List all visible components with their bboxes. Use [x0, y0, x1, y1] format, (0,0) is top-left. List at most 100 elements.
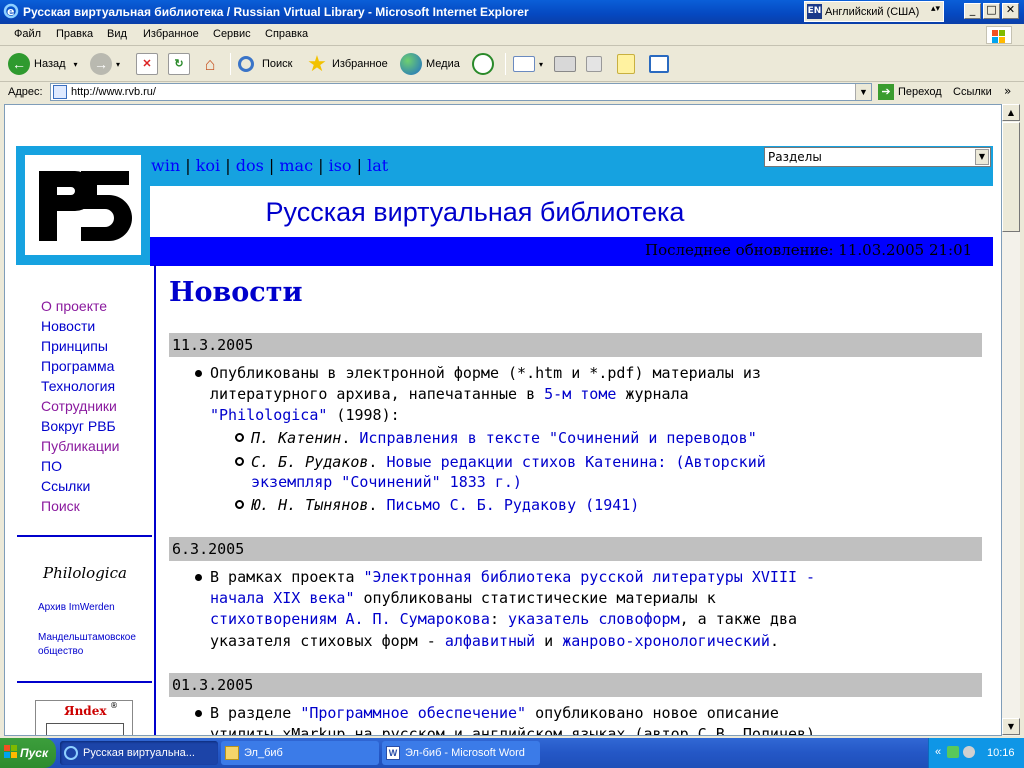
toolbar-separator [230, 53, 231, 75]
favorites-button[interactable]: ★ Избранное [306, 51, 388, 77]
news-link[interactable]: жанрово-хронологический [562, 632, 770, 650]
nav-publications[interactable]: Публикации [41, 436, 119, 456]
encoding-iso[interactable]: iso [329, 156, 352, 175]
nav-program[interactable]: Программа [41, 356, 119, 376]
forward-button[interactable]: → ▾ [90, 51, 120, 77]
home-icon: ⌂ [204, 54, 216, 74]
media-button[interactable]: Медиа [400, 51, 460, 77]
forward-dropdown-icon[interactable]: ▾ [116, 60, 120, 69]
yandex-search-input[interactable] [46, 723, 124, 735]
site-title: Русская виртуальная библиотека [265, 197, 685, 227]
edit-button[interactable] [586, 51, 606, 77]
menu-view[interactable]: Вид [107, 28, 127, 40]
minimize-button[interactable]: _ [964, 3, 981, 19]
news-link[interactable]: "Philologica" [210, 406, 327, 424]
news-link[interactable]: 5-м томе [544, 385, 616, 403]
menu-edit[interactable]: Правка [56, 28, 93, 40]
address-input[interactable]: http://www.rvb.ru/ ▼ [50, 83, 872, 101]
task-word[interactable]: W Эл-биб - Microsoft Word [382, 741, 540, 765]
vertical-scrollbar[interactable]: ▲ ▼ [1002, 104, 1020, 736]
menu-file[interactable]: Файл [14, 28, 41, 40]
mail-button[interactable]: ▾ [513, 51, 543, 77]
search-button[interactable]: Поиск [238, 51, 292, 77]
links-button[interactable]: Ссылки [953, 86, 992, 98]
sidebar-nav: О проекте Новости Принципы Программа Тех… [41, 296, 119, 516]
encoding-win[interactable]: win [151, 156, 180, 175]
scroll-down-icon[interactable]: ▼ [1002, 718, 1020, 735]
nav-search[interactable]: Поиск [41, 496, 119, 516]
close-button[interactable]: ✕ [1002, 3, 1019, 19]
scroll-up-icon[interactable]: ▲ [1002, 104, 1020, 121]
volume-icon[interactable] [963, 746, 975, 758]
news-link[interactable]: экземпляр "Сочинений" 1833 г.) [251, 473, 522, 491]
discuss-button[interactable] [617, 51, 639, 77]
back-button[interactable]: ← Назад ▾ [8, 51, 78, 77]
news-link[interactable]: Новые редакции стихов Катенина: (Авторск… [386, 453, 765, 471]
lang-menu-icon[interactable]: ▴▾ [931, 4, 940, 14]
refresh-button[interactable]: ↻ [168, 51, 194, 77]
news-link[interactable]: алфавитный [445, 632, 535, 650]
news-link[interactable]: "Электронная библиотека русской литерату… [364, 568, 816, 586]
start-label: Пуск [20, 746, 49, 760]
address-dropdown-icon[interactable]: ▼ [855, 84, 871, 100]
messenger-button[interactable] [649, 51, 673, 77]
history-icon [472, 53, 494, 75]
mail-dropdown-icon[interactable]: ▾ [539, 60, 543, 69]
tray-expand-icon[interactable]: « [935, 746, 941, 758]
philologica-logo[interactable]: Philologica [43, 564, 127, 582]
sections-select[interactable]: Разделы ▼ [764, 147, 991, 167]
menu-favorites[interactable]: Избранное [143, 28, 199, 40]
encoding-koi[interactable]: koi [196, 156, 220, 175]
nav-about[interactable]: О проекте [41, 296, 119, 316]
home-button[interactable]: ⌂ [199, 51, 225, 77]
encoding-mac[interactable]: mac [279, 156, 313, 175]
sidebar-rule [17, 535, 152, 537]
nav-news[interactable]: Новости [41, 316, 119, 336]
start-button[interactable]: Пуск [0, 738, 56, 768]
nav-links[interactable]: Ссылки [41, 476, 119, 496]
task-folder[interactable]: Эл_биб [221, 741, 379, 765]
sections-dropdown-icon[interactable]: ▼ [975, 149, 989, 165]
news-link[interactable]: указатель словоформ [508, 610, 680, 628]
news-text: В рамках проекта "Электронная библиотека… [210, 567, 815, 587]
menu-tools[interactable]: Сервис [213, 28, 251, 40]
nav-principles[interactable]: Принципы [41, 336, 119, 356]
partner-mandelstam-line2[interactable]: общество [38, 645, 83, 659]
window-title: Русская виртуальная библиотека / Russian… [23, 5, 529, 19]
network-icon[interactable] [947, 746, 959, 758]
encoding-dos[interactable]: dos [236, 156, 264, 175]
sub-bullet-icon [235, 433, 244, 442]
news-link[interactable]: "Программное обеспечение" [300, 704, 526, 722]
stop-button[interactable]: ✕ [136, 51, 162, 77]
news-link[interactable]: начала XIX века" [210, 589, 355, 607]
language-bar[interactable]: EN Английский (США) ▴▾ [804, 1, 944, 22]
rvb-logo[interactable] [25, 155, 141, 255]
news-link[interactable]: Письмо С. Б. Рудакову (1941) [386, 496, 639, 514]
scroll-thumb[interactable] [1002, 122, 1020, 232]
ie-logo-icon: e [3, 3, 19, 19]
nav-staff[interactable]: Сотрудники [41, 396, 119, 416]
partner-imwerden[interactable]: Архив ImWerden [38, 601, 115, 615]
encoding-lat[interactable]: lat [367, 156, 388, 175]
media-label: Медиа [426, 58, 460, 70]
clock[interactable]: 10:16 [987, 747, 1015, 759]
task-ie[interactable]: Русская виртуальна... [60, 741, 218, 765]
menu-help[interactable]: Справка [265, 28, 308, 40]
history-button[interactable] [472, 51, 498, 77]
nav-technology[interactable]: Технология [41, 376, 119, 396]
printer-icon [554, 56, 576, 72]
back-arrow-icon: ← [8, 53, 30, 75]
news-link[interactable]: стихотворениям А. П. Сумарокова [210, 610, 490, 628]
go-button[interactable]: ➔ Переход [878, 83, 942, 101]
sub-bullet-icon [235, 457, 244, 466]
news-text: "Philologica" (1998): [210, 405, 400, 425]
nav-software[interactable]: ПО [41, 456, 119, 476]
news-link[interactable]: Исправления в тексте "Сочинений и перево… [359, 429, 756, 447]
partner-mandelstam-line1[interactable]: Мандельштамовское [38, 631, 136, 645]
back-dropdown-icon[interactable]: ▾ [74, 60, 78, 69]
news-text: В разделе "Программное обеспечение" опуб… [210, 703, 779, 723]
maximize-button[interactable]: □ [983, 3, 1000, 19]
links-chevron-icon[interactable]: » [1004, 84, 1011, 98]
nav-around-rvb[interactable]: Вокруг РВБ [41, 416, 119, 436]
print-button[interactable] [554, 51, 580, 77]
